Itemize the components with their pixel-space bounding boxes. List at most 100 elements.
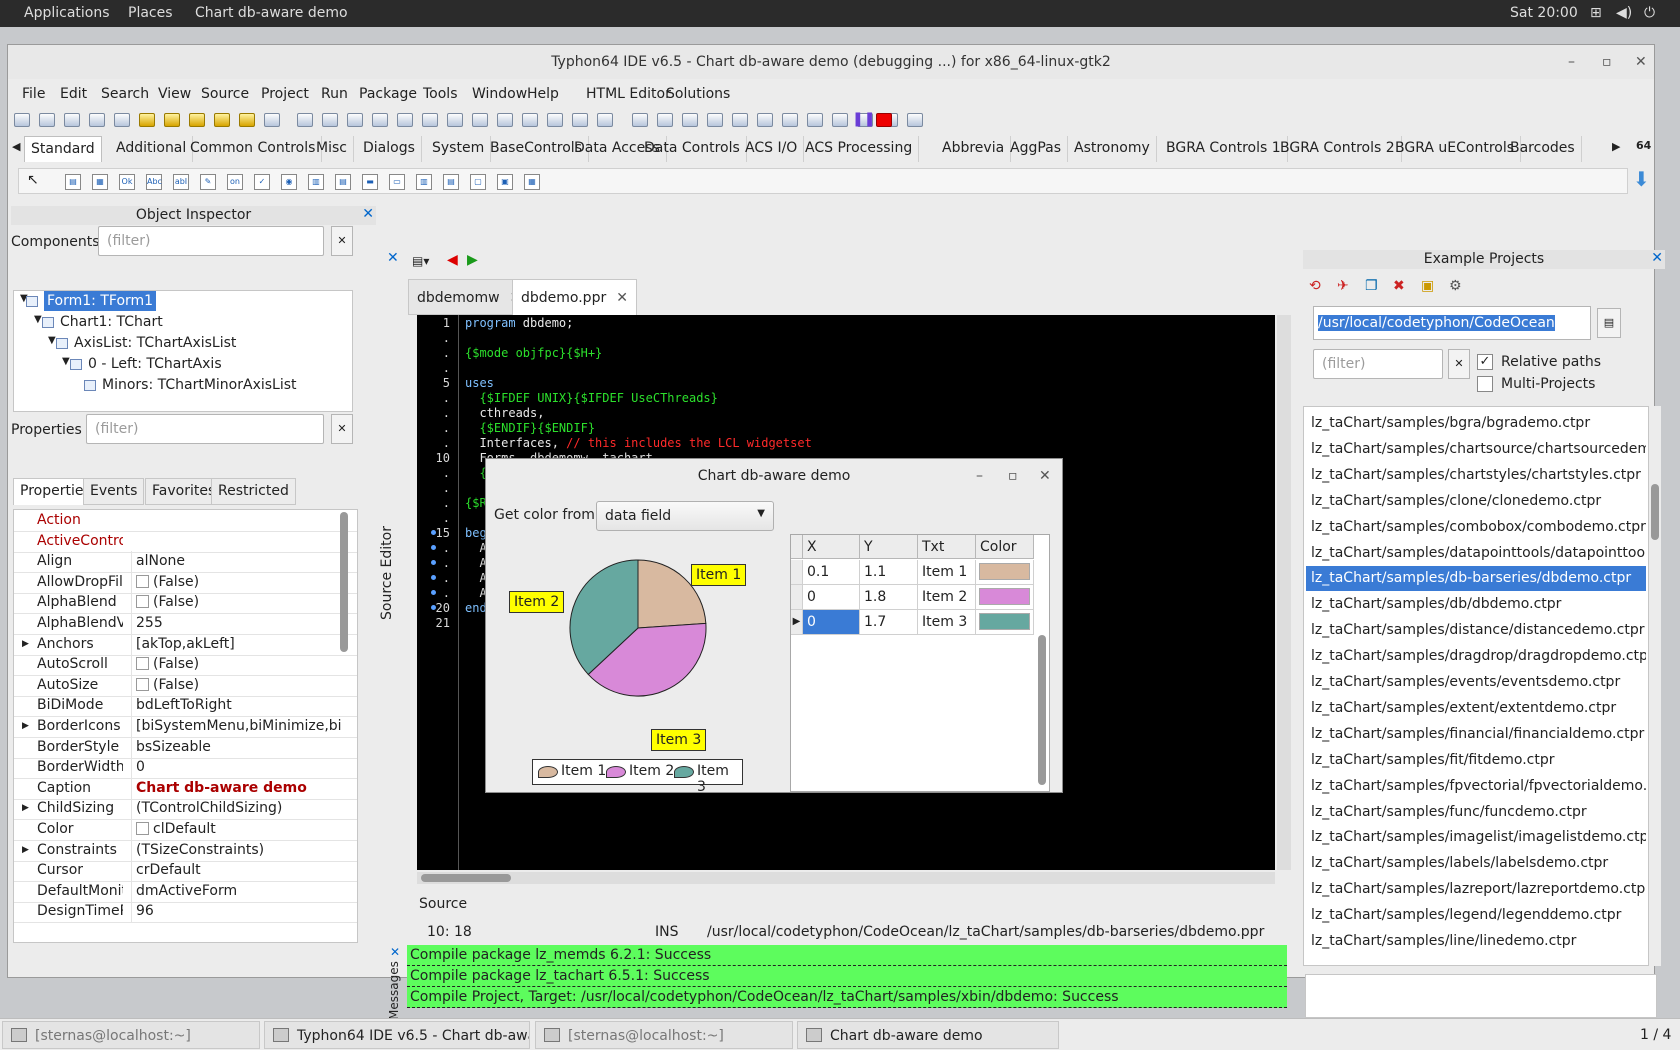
example-project-item[interactable]: lz_taChart/samples/datapointtools/datapo… — [1306, 541, 1646, 566]
breakpoint-dot-icon[interactable] — [431, 590, 436, 595]
property-row[interactable]: DesignTimePPI 96 — [14, 901, 357, 924]
messages-close-icon[interactable]: ✕ — [390, 945, 400, 959]
multi-projects-checkbox[interactable] — [1477, 376, 1493, 392]
tab-bgra-uecontrols[interactable]: BGRA uEControls — [1389, 136, 1522, 162]
grid-scrollbar[interactable] — [1038, 635, 1046, 785]
palette-component-icon[interactable]: ▤ — [65, 174, 81, 190]
toolbar-button-icon[interactable] — [264, 113, 280, 127]
row-indicator[interactable] — [791, 560, 803, 585]
inspector-close-icon[interactable]: ✕ — [362, 206, 374, 222]
breakpoint-dot-icon[interactable] — [431, 530, 436, 535]
toolbar-button-icon[interactable] — [682, 113, 698, 127]
property-grid-scrollbar[interactable] — [340, 512, 348, 652]
toolbar-button-icon[interactable] — [447, 113, 463, 127]
menu-view[interactable]: View — [158, 86, 191, 102]
applications-menu[interactable]: Applications — [24, 5, 110, 21]
toolbar-button-icon[interactable] — [472, 113, 488, 127]
palette-component-icon[interactable]: ▤ — [335, 174, 351, 190]
property-value[interactable]: [biSystemMenu,biMinimize,biMaximize] — [131, 716, 341, 737]
app-maximize-icon[interactable]: ▫ — [1008, 459, 1018, 493]
example-project-item[interactable]: lz_taChart/samples/db/dbdemo.ctpr — [1306, 592, 1646, 617]
tab-misc[interactable]: Misc — [310, 136, 354, 162]
build-icon[interactable]: ✈ — [1337, 278, 1349, 294]
grid-cell-x[interactable]: 0.1 — [803, 560, 860, 585]
grid-cell-y[interactable]: 1.1 — [860, 560, 918, 585]
menu-search[interactable]: Search — [101, 86, 149, 102]
palette-component-icon[interactable]: ✓ — [254, 174, 270, 190]
tree-expander-icon[interactable]: ▼ — [62, 356, 70, 367]
properties-filter-input[interactable]: (filter) — [86, 414, 324, 444]
active-app-name[interactable]: Chart db-aware demo — [195, 5, 348, 21]
property-value[interactable]: bdLeftToRight — [131, 695, 341, 717]
breakpoint-dot-icon[interactable] — [431, 605, 436, 610]
tree-node[interactable]: Minors: TChartMinorAxisList — [102, 375, 297, 395]
grid-header[interactable]: Color — [976, 535, 1034, 559]
property-value[interactable]: (False) — [131, 571, 341, 593]
menu-edit[interactable]: Edit — [60, 86, 87, 102]
component-tree[interactable]: ▼ Form1: TForm1 ▼ Chart1: TChart ▼ AxisList: … — [13, 290, 353, 412]
palette-component-icon[interactable]: ▭ — [389, 174, 405, 190]
example-project-item[interactable]: lz_taChart/samples/db-barseries/dbdemo.c… — [1306, 566, 1646, 592]
property-checkbox[interactable] — [136, 677, 149, 691]
palette-component-icon[interactable]: Ok — [119, 174, 135, 190]
toolbar-button-icon[interactable] — [757, 113, 773, 127]
taskbar-item[interactable]: Chart db-aware demo — [797, 1021, 1059, 1049]
toolbar-button-icon[interactable] — [782, 113, 798, 127]
toolbar-button-icon[interactable] — [214, 113, 230, 127]
power-icon[interactable]: ⏻ — [1644, 5, 1655, 21]
grid-cell-txt[interactable]: Item 2 — [918, 585, 976, 610]
toolbar-button-icon[interactable] — [832, 113, 848, 127]
property-row[interactable]: ▶ Anchors [akTop,akLeft] — [14, 633, 357, 656]
clear-property-filter-icon[interactable]: ✕ — [331, 414, 353, 444]
example-project-item[interactable]: lz_taChart/samples/fpvectorial/fpvectori… — [1306, 774, 1646, 799]
grid-cell-x[interactable]: 0 — [803, 610, 860, 635]
expand-icon[interactable]: ▶ — [22, 634, 29, 655]
expand-icon[interactable]: ▶ — [22, 798, 29, 819]
example-project-item[interactable]: lz_taChart/samples/events/eventsdemo.ctp… — [1306, 670, 1646, 695]
tabs-left-arrow-icon[interactable]: ◀ — [12, 140, 20, 153]
palette-component-icon[interactable]: ▬ — [362, 174, 378, 190]
property-value[interactable]: (TControlChildSizing) — [131, 798, 341, 820]
property-value[interactable]: alNone — [131, 551, 341, 573]
menu-window[interactable]: Window — [472, 86, 527, 102]
color-source-dropdown[interactable]: data field ▼ — [596, 501, 774, 531]
property-row[interactable]: AutoScroll (False) — [14, 654, 357, 677]
property-row[interactable]: ▶ BorderIcons [biSystemMenu,biMinimize,biM… — [14, 716, 357, 738]
property-row[interactable]: BorderWidth 0 — [14, 757, 357, 780]
palette-component-icon[interactable]: ✎ — [200, 174, 216, 190]
example-project-item[interactable]: lz_taChart/samples/fit/fitdemo.ctpr — [1306, 748, 1646, 773]
example-project-item[interactable]: lz_taChart/samples/bgra/bgrademo.ctpr — [1306, 411, 1646, 436]
app-minimize-icon[interactable]: – — [976, 459, 983, 493]
property-row[interactable]: Cursor crDefault — [14, 860, 357, 883]
property-value[interactable]: bsSizeable — [131, 736, 341, 758]
menu-solutions[interactable]: Solutions — [666, 86, 730, 102]
message-line[interactable]: Compile Project, Target: /usr/local/code… — [407, 987, 1287, 1008]
toolbar-button-icon[interactable] — [347, 113, 363, 127]
pause-icon[interactable]: ❚❚ — [852, 111, 875, 127]
property-value[interactable]: 96 — [131, 901, 341, 923]
example-project-item[interactable]: lz_taChart/samples/distance/distancedemo… — [1306, 618, 1646, 643]
toolbar-button-icon[interactable] — [89, 113, 105, 127]
download-arrow-icon[interactable]: ⬇ — [1633, 167, 1650, 191]
example-project-item[interactable]: lz_taChart/samples/extent/extentdemo.ctp… — [1306, 696, 1646, 721]
maximize-icon[interactable]: ▫ — [1602, 45, 1612, 79]
grid-header[interactable]: Txt — [918, 535, 976, 559]
toolbar-button-icon[interactable] — [807, 113, 823, 127]
palette-component-icon[interactable]: Abc — [146, 174, 162, 190]
volume-icon[interactable]: ◀) — [1616, 5, 1632, 21]
palette-component-icon[interactable]: ▥ — [308, 174, 324, 190]
property-row[interactable]: AllowDropFile (False) — [14, 571, 357, 594]
property-value[interactable]: [akTop,akLeft] — [131, 633, 341, 655]
toolbar-button-icon[interactable] — [547, 113, 563, 127]
property-row[interactable]: Action — [14, 510, 357, 532]
tab-bgra-controls-2[interactable]: BGRA Controls 2 — [1274, 136, 1402, 162]
network-icon[interactable]: ⊞ — [1590, 5, 1602, 21]
row-indicator[interactable]: ▶ — [791, 610, 803, 635]
property-value[interactable]: dmActiveForm — [131, 880, 341, 902]
property-value[interactable]: (TSizeConstraints) — [131, 839, 341, 861]
editor-close-icon[interactable]: ✕ — [387, 250, 399, 266]
toolbar-button-icon[interactable] — [64, 113, 80, 127]
clock[interactable]: Sat 20:00 — [1510, 5, 1578, 21]
grid-header[interactable]: X — [803, 535, 860, 559]
property-row[interactable]: AlphaBlendValue 255 — [14, 613, 357, 635]
